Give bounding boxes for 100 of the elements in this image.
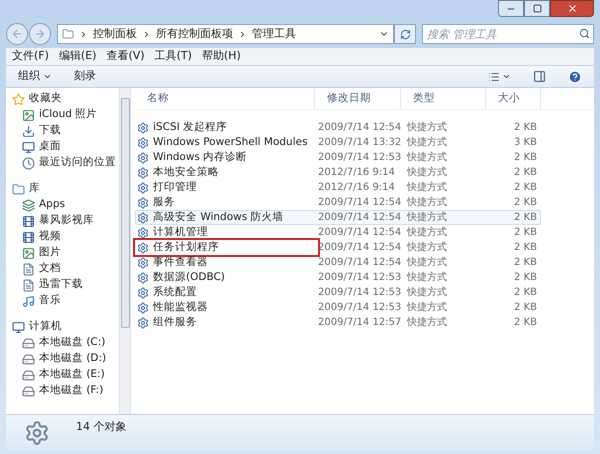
download-icon: [22, 124, 35, 138]
type-cell-text: 快捷方式: [406, 286, 447, 298]
file-row[interactable]: 本地安全策略 2012/7/16 9:14 快捷方式 2 KB: [135, 165, 541, 180]
menu-item[interactable]: 文件(F): [12, 48, 49, 65]
file-name: Windows PowerShell Modules: [153, 134, 308, 150]
nav-group-item[interactable]: 库: [10, 181, 119, 197]
menu-item[interactable]: 编辑(E): [58, 48, 96, 65]
file-row[interactable]: 数据源(ODBC) 2009/7/14 12:53 快捷方式 2 KB: [135, 270, 541, 285]
picture-icon: [22, 108, 35, 122]
file-name: iSCSI 发起程序: [153, 120, 228, 135]
refresh-button[interactable]: [394, 24, 416, 44]
address-bar[interactable]: 控制面板 所有控制面板项 管理工具: [57, 24, 394, 44]
stack-icon: [22, 198, 35, 212]
scrollbar[interactable]: [119, 88, 131, 414]
document-icon: [22, 278, 35, 292]
forward-arrow-icon: [34, 28, 46, 40]
file-name: Windows 内存诊断: [153, 150, 248, 165]
desktop-icon: [22, 140, 35, 154]
file-name: 服务: [153, 194, 175, 210]
close-icon: [566, 3, 578, 14]
nav-item[interactable]: Apps: [10, 197, 119, 213]
size-cell-text: 2 KB: [513, 166, 537, 180]
close-button[interactable]: [550, 0, 594, 17]
size-cell-text: 2 KB: [513, 121, 537, 135]
file-name: 打印管理: [153, 180, 197, 195]
nav-item[interactable]: 视频: [10, 229, 119, 245]
file-name: 组件服务: [153, 314, 197, 330]
nav-item[interactable]: 本地磁盘 (D:): [10, 351, 119, 367]
date-cell-text: 2009/7/14 12:54: [317, 122, 402, 133]
file-row[interactable]: Windows 内存诊断 2009/7/14 12:53 快捷方式 2 KB: [135, 150, 541, 165]
date-cell-text: 2009/7/14 12:54: [317, 212, 402, 223]
nav-item[interactable]: 本地磁盘 (F:): [10, 383, 119, 399]
nav-item[interactable]: 迅雷下载: [10, 277, 119, 293]
menu-item[interactable]: 查看(V): [106, 48, 145, 65]
column-header[interactable]: 类型: [401, 88, 486, 109]
toolbar-button[interactable]: 刻录: [74, 68, 96, 85]
file-row[interactable]: 服务 2009/7/14 12:54 快捷方式 2 KB: [135, 195, 541, 210]
search-field[interactable]: 搜索 管理工具: [422, 24, 594, 44]
item-count: 14 个对象: [76, 419, 126, 436]
preview-pane-button[interactable]: [533, 70, 546, 83]
nav-item[interactable]: 最近访问的位置: [10, 155, 119, 171]
file-row[interactable]: 任务计划程序 2009/7/14 12:54 快捷方式 2 KB: [135, 240, 541, 255]
date-cell-text: 2009/7/14 12:53: [317, 272, 402, 283]
date-cell-text: 2009/7/14 12:53: [317, 152, 402, 163]
type-cell-text: 快捷方式: [406, 196, 447, 208]
nav-group-item[interactable]: 收藏夹: [10, 91, 119, 107]
file-name: 事件查看器: [153, 254, 208, 270]
file-row[interactable]: 计算机管理 2009/7/14 12:54 快捷方式 2 KB: [135, 225, 541, 240]
chevron-icon: [142, 30, 151, 38]
menu-item[interactable]: 帮助(H): [202, 48, 241, 65]
maximize-button[interactable]: [524, 0, 550, 17]
help-button[interactable]: [568, 70, 582, 84]
toolbar-button[interactable]: 组织: [18, 68, 52, 85]
size-cell-text: 2 KB: [513, 256, 537, 270]
date-cell-text: 2009/7/14 12:54: [317, 242, 402, 253]
pane-icon: [533, 70, 546, 83]
file-name: 系统配置: [153, 284, 197, 300]
nav-item[interactable]: 下载: [10, 123, 119, 139]
file-row[interactable]: 打印管理 2012/7/16 9:14 快捷方式 2 KB: [135, 180, 541, 195]
size-cell-text: 2 KB: [513, 226, 537, 240]
chevron-icon: [79, 30, 88, 38]
nav-item[interactable]: 本地磁盘 (C:): [10, 335, 119, 351]
breadcrumb[interactable]: 所有控制面板项: [156, 26, 233, 42]
file-name: 高级安全 Windows 防火墙: [153, 210, 284, 225]
nav-item[interactable]: 图片: [10, 245, 119, 261]
date-cell-text: 2009/7/14 12:57: [317, 316, 402, 328]
picture-icon: [22, 246, 35, 260]
nav-item[interactable]: 桌面: [10, 139, 119, 155]
file-row[interactable]: 性能监视器 2009/7/14 12:53 快捷方式 2 KB: [135, 300, 541, 315]
breadcrumb[interactable]: 管理工具: [252, 26, 296, 42]
file-row[interactable]: 事件查看器 2009/7/14 12:54 快捷方式 2 KB: [135, 255, 541, 270]
nav-item[interactable]: 音乐: [10, 293, 119, 309]
drive-icon: [22, 352, 35, 366]
nav-item[interactable]: 文档: [10, 261, 119, 277]
nav-item[interactable]: 暴风影视库: [10, 213, 119, 229]
file-row[interactable]: 系统配置 2009/7/14 12:53 快捷方式 2 KB: [135, 285, 541, 300]
type-cell-text: 快捷方式: [406, 302, 447, 313]
scrollbar-thumb[interactable]: [120, 98, 130, 328]
breadcrumb[interactable]: 控制面板: [93, 26, 137, 42]
document-icon: [22, 262, 35, 276]
file-row[interactable]: 组件服务 2009/7/14 12:57 快捷方式 2 KB: [135, 315, 541, 330]
file-row[interactable]: iSCSI 发起程序 2009/7/14 12:54 快捷方式 2 KB: [135, 120, 541, 135]
size-cell-text: 2 KB: [513, 181, 537, 195]
size-cell-text: 2 KB: [513, 301, 537, 315]
column-header[interactable]: 名称: [135, 88, 315, 109]
date-cell-text: 2009/7/14 12:53: [317, 286, 402, 298]
date-cell-text: 2012/7/16 9:14: [317, 166, 395, 178]
file-row[interactable]: Windows PowerShell Modules 2009/7/14 13:32 快捷方式 3 KB: [135, 135, 541, 150]
menu-item[interactable]: 工具(T): [154, 48, 192, 65]
column-header[interactable]: 修改日期: [315, 88, 401, 109]
nav-group-item[interactable]: 计算机: [10, 319, 119, 335]
help-icon: [568, 70, 582, 84]
file-row[interactable]: 高级安全 Windows 防火墙 2009/7/14 12:54 快捷方式 2 KB: [135, 210, 541, 225]
nav-item[interactable]: 本地磁盘 (E:): [10, 367, 119, 383]
column-header[interactable]: 大小: [486, 88, 541, 109]
size-cell-text: 2 KB: [513, 211, 537, 225]
film-icon: [22, 214, 35, 228]
date-cell-text: 2009/7/14 12:54: [317, 256, 402, 268]
nav-item[interactable]: iCloud 照片: [10, 107, 119, 123]
back-arrow-icon: [11, 28, 23, 40]
